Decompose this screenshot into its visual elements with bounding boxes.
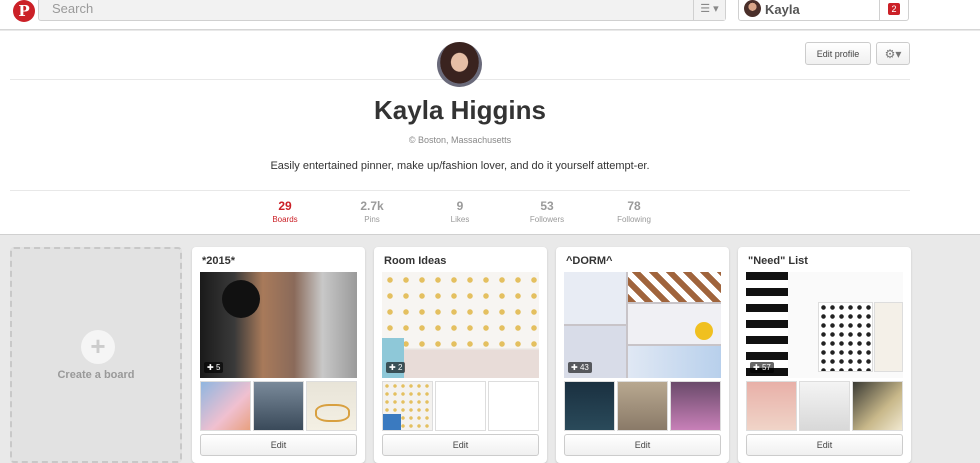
- collage-tile: [628, 346, 721, 378]
- pin-icon: ✚: [207, 363, 214, 372]
- edit-board-button[interactable]: Edit: [564, 434, 721, 456]
- pin-count-badge: ✚ 43: [568, 362, 592, 373]
- board-thumbnail[interactable]: [617, 381, 668, 431]
- pin-icon: ✚: [753, 363, 760, 372]
- board-thumbnail[interactable]: [799, 381, 850, 431]
- sunflower-shape: [695, 322, 713, 340]
- board-thumbnail[interactable]: [564, 381, 615, 431]
- gear-icon: ⚙▾: [884, 46, 902, 61]
- pin-icon: ✚: [389, 363, 396, 372]
- board-thumbnail[interactable]: [253, 381, 304, 431]
- pin-count: 57: [761, 363, 771, 372]
- board-cover-image[interactable]: ✚ 43: [564, 272, 721, 378]
- pin-count-badge: ✚ 57: [750, 362, 774, 373]
- stat-followers[interactable]: 53 Followers: [517, 199, 577, 224]
- pin-icon: ✚: [571, 363, 578, 372]
- board-thumbnail[interactable]: [488, 381, 539, 431]
- stat-label: Pins: [364, 215, 380, 224]
- board-card[interactable]: Room Ideas ✚ 2 Edit: [374, 247, 547, 463]
- stat-label: Following: [617, 215, 651, 224]
- plus-icon: +: [81, 330, 115, 364]
- search-input[interactable]: [39, 0, 694, 20]
- notebook-shape: [818, 302, 873, 372]
- stat-value: 2.7k: [360, 199, 384, 213]
- profile-header: Edit profile ⚙▾ Kayla Higgins © Boston, …: [0, 31, 980, 235]
- stat-likes[interactable]: 9 Likes: [430, 199, 490, 224]
- stat-label: Followers: [529, 215, 565, 224]
- collage-tile: [564, 272, 626, 324]
- board-card[interactable]: ^DORM^ ✚ 43 Edit: [556, 247, 729, 463]
- board-title[interactable]: Room Ideas: [384, 255, 446, 267]
- board-thumbnail[interactable]: [200, 381, 251, 431]
- user-menu-button[interactable]: Kayla 2: [738, 0, 909, 21]
- stat-label: Likes: [450, 215, 470, 224]
- stat-value: 53: [540, 199, 554, 213]
- board-title[interactable]: ^DORM^: [566, 255, 612, 267]
- pin-count: 43: [579, 363, 589, 372]
- board-thumbnail[interactable]: [746, 381, 797, 431]
- create-board-tile[interactable]: + Create a board: [10, 247, 182, 463]
- search-bar: ☰ ▾: [38, 0, 726, 21]
- divider: [10, 190, 910, 191]
- board-card[interactable]: *2015* ✚ 5 Edit: [192, 247, 365, 463]
- stat-value: 9: [456, 199, 464, 213]
- board-title[interactable]: "Need" List: [748, 255, 808, 267]
- profile-location: © Boston, Massachusetts: [408, 135, 512, 145]
- user-name: Kayla: [765, 2, 800, 17]
- list-menu-icon: ☰ ▾: [700, 3, 719, 15]
- stat-following[interactable]: 78 Following: [604, 199, 664, 224]
- stat-value: 29: [278, 199, 292, 213]
- notification-badge: 2: [888, 2, 900, 15]
- list-menu-button[interactable]: ☰ ▾: [693, 0, 725, 20]
- board-thumbnail[interactable]: [382, 381, 433, 431]
- stat-boards[interactable]: 29 Boards: [255, 199, 315, 224]
- board-title[interactable]: *2015*: [202, 255, 235, 267]
- board-thumbnail[interactable]: [306, 381, 357, 431]
- pinterest-logo-icon[interactable]: P: [13, 0, 35, 22]
- nightstand-shape: [383, 414, 401, 430]
- collage-tile: [628, 272, 721, 302]
- board-cover-image[interactable]: ✚ 2: [382, 272, 539, 378]
- board-card[interactable]: "Need" List ✚ 57 Edit: [738, 247, 911, 463]
- edit-board-button[interactable]: Edit: [746, 434, 903, 456]
- board-cover-image[interactable]: ✚ 5: [200, 272, 357, 378]
- settings-button[interactable]: ⚙▾: [876, 42, 910, 65]
- stat-label: Boards: [272, 215, 298, 224]
- board-cover-image[interactable]: ✚ 57: [746, 272, 903, 378]
- board-thumbnail[interactable]: [670, 381, 721, 431]
- pin-count-badge: ✚ 2: [386, 362, 406, 373]
- top-bar: P ☰ ▾ Kayla 2: [0, 0, 980, 30]
- stat-pins[interactable]: 2.7k Pins: [342, 199, 402, 224]
- pin-count-badge: ✚ 5: [204, 362, 224, 373]
- boxing-glove: [222, 280, 260, 318]
- user-avatar: [744, 0, 761, 17]
- edit-profile-button[interactable]: Edit profile: [805, 42, 871, 65]
- profile-bio: Easily entertained pinner, make up/fashi…: [270, 160, 650, 172]
- bicycle-shape: [315, 404, 350, 422]
- notifications-button[interactable]: 2: [879, 0, 908, 20]
- profile-name: Kayla Higgins: [374, 95, 546, 125]
- pin-count: 5: [215, 363, 221, 372]
- stat-value: 78: [627, 199, 641, 213]
- notebook-shape: [874, 302, 903, 372]
- edit-board-button[interactable]: Edit: [200, 434, 357, 456]
- board-thumbnail[interactable]: [435, 381, 486, 431]
- create-board-label: Create a board: [57, 369, 135, 381]
- bed-shape: [382, 350, 539, 378]
- board-thumbnail[interactable]: [852, 381, 903, 431]
- pin-count: 2: [397, 363, 403, 372]
- profile-avatar[interactable]: [437, 42, 482, 87]
- edit-board-button[interactable]: Edit: [382, 434, 539, 456]
